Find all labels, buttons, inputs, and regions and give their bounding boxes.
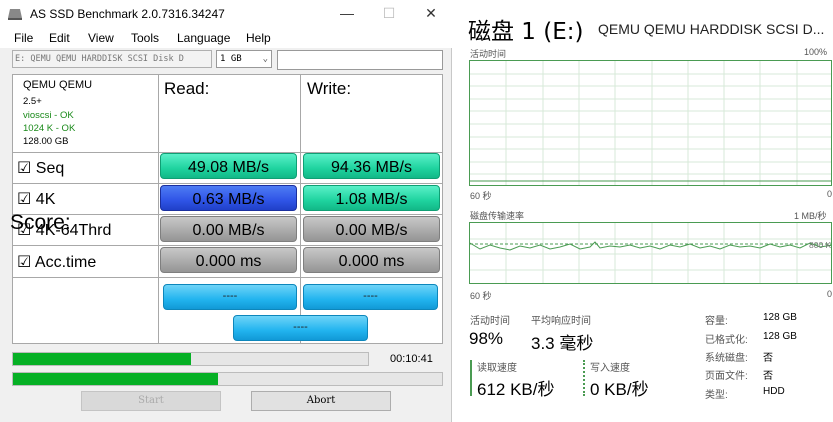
active-time-graph — [469, 60, 832, 186]
menu-view[interactable]: View — [88, 31, 114, 45]
response-time-value: 3.3 毫秒 — [531, 334, 594, 353]
score-read: ---- — [163, 284, 297, 310]
progress-bar-total — [12, 372, 443, 386]
grid-divider — [300, 75, 301, 343]
score-total: ---- — [233, 315, 368, 341]
menu-file[interactable]: File — [14, 31, 33, 45]
seq-write-result: 94.36 MB/s — [303, 153, 440, 179]
graph1-time-span: 60 秒 — [470, 191, 492, 201]
grid-divider — [13, 277, 442, 278]
menu-tools[interactable]: Tools — [131, 31, 159, 45]
progress-bar-current — [12, 352, 369, 366]
read-speed-label: 读取速度 — [477, 363, 517, 374]
4k-64thrd-write-result: 0.00 MB/s — [303, 216, 440, 242]
write-speed-value: 0 KB/秒 — [590, 380, 649, 399]
disk-title: 磁盘 1 (E:) — [468, 19, 584, 45]
transfer-rate-graph: 800 KB/秒 — [469, 222, 832, 284]
app-icon — [8, 9, 22, 20]
read-column-header: Read: — [164, 79, 210, 98]
graph2-time-span: 60 秒 — [470, 291, 492, 301]
type-label: 类型: — [705, 390, 728, 401]
test-size-select[interactable]: 1 GB ⌄ — [216, 50, 272, 68]
system-disk-label: 系统磁盘: — [705, 353, 748, 364]
transfer-graph-max: 1 MB/秒 — [794, 211, 827, 221]
abort-button[interactable]: Abort — [251, 391, 391, 411]
drive-model: QEMU QEMU — [23, 79, 93, 91]
as-ssd-window: AS SSD Benchmark 2.0.7316.34247 — ☐ ✕ Fi… — [0, 0, 452, 422]
active-time-graph-label: 活动时间 — [470, 49, 507, 59]
menu-edit[interactable]: Edit — [49, 31, 70, 45]
row-label-4k[interactable]: ☑ 4K — [17, 189, 55, 209]
read-speed-marker — [470, 360, 472, 396]
row-label-seq[interactable]: ☑ Seq — [17, 158, 64, 178]
seq-read-result: 49.08 MB/s — [160, 153, 297, 179]
read-speed-value: 612 KB/秒 — [477, 380, 555, 399]
score-label: Score: — [10, 211, 71, 234]
maximize-button[interactable]: ☐ — [369, 0, 409, 28]
start-button[interactable]: Start — [81, 391, 221, 411]
close-button[interactable]: ✕ — [411, 0, 451, 28]
score-write: ---- — [303, 284, 438, 310]
menu-help[interactable]: Help — [246, 31, 271, 45]
graph2-zero: 0 — [827, 289, 833, 299]
menu-bar: File Edit View Tools Language Help — [0, 28, 452, 48]
drive-alignment: 1024 K - OK — [23, 123, 76, 134]
transfer-mid-label: 800 KB/秒 — [809, 240, 832, 250]
4k-write-result: 1.08 MB/s — [303, 185, 440, 211]
formatted-label: 已格式化: — [705, 335, 748, 346]
transfer-graph-label: 磁盘传输速率 — [470, 211, 525, 221]
progress-fill — [13, 353, 191, 365]
title-bar: AS SSD Benchmark 2.0.7316.34247 — ☐ ✕ — [0, 0, 452, 28]
chevron-down-icon: ⌄ — [262, 54, 268, 64]
active-time-graph-max: 100% — [804, 47, 828, 57]
active-time-label: 活动时间 — [470, 316, 510, 327]
blank-input-box[interactable] — [277, 50, 443, 70]
grid-divider — [13, 214, 442, 215]
formatted-value: 128 GB — [763, 331, 797, 342]
type-value: HDD — [763, 386, 785, 397]
acc-time-write-result: 0.000 ms — [303, 247, 440, 273]
response-time-label: 平均响应时间 — [531, 316, 591, 327]
system-disk-value: 否 — [763, 353, 773, 364]
menu-language[interactable]: Language — [177, 31, 230, 45]
active-time-chart — [470, 61, 831, 185]
write-speed-marker — [583, 360, 585, 396]
drive-select[interactable]: E: QEMU QEMU HARDDISK SCSI Disk D — [12, 50, 212, 68]
write-speed-label: 写入速度 — [590, 363, 630, 374]
acc-time-read-result: 0.000 ms — [160, 247, 297, 273]
elapsed-time: 00:10:41 — [390, 353, 433, 365]
graph1-zero: 0 — [827, 189, 833, 199]
active-time-value: 98% — [469, 329, 504, 348]
minimize-button[interactable]: — — [327, 0, 367, 28]
page-file-value: 否 — [763, 371, 773, 382]
4k-read-result: 0.63 MB/s — [160, 185, 297, 211]
drive-firmware: 2.5+ — [23, 96, 42, 107]
row-label-acc-time[interactable]: ☑ Acc.time — [17, 252, 96, 272]
test-size-value: 1 GB — [220, 54, 242, 64]
page-file-label: 页面文件: — [705, 371, 748, 382]
write-column-header: Write: — [307, 79, 352, 98]
capacity-label: 容量: — [705, 316, 728, 327]
drive-select-value: E: QEMU QEMU HARDDISK SCSI Disk D — [15, 54, 184, 64]
progress-fill — [13, 373, 218, 385]
grid-divider — [13, 183, 442, 184]
disk-model: QEMU QEMU HARDDISK SCSI D... — [598, 21, 825, 37]
4k-64thrd-read-result: 0.00 MB/s — [160, 216, 297, 242]
capacity-value: 128 GB — [763, 312, 797, 323]
drive-capacity: 128.00 GB — [23, 136, 69, 147]
grid-divider — [158, 75, 159, 343]
grid-divider — [13, 245, 442, 246]
drive-driver: vioscsi - OK — [23, 110, 74, 121]
transfer-rate-chart — [470, 223, 831, 283]
window-title: AS SSD Benchmark 2.0.7316.34247 — [30, 7, 225, 21]
